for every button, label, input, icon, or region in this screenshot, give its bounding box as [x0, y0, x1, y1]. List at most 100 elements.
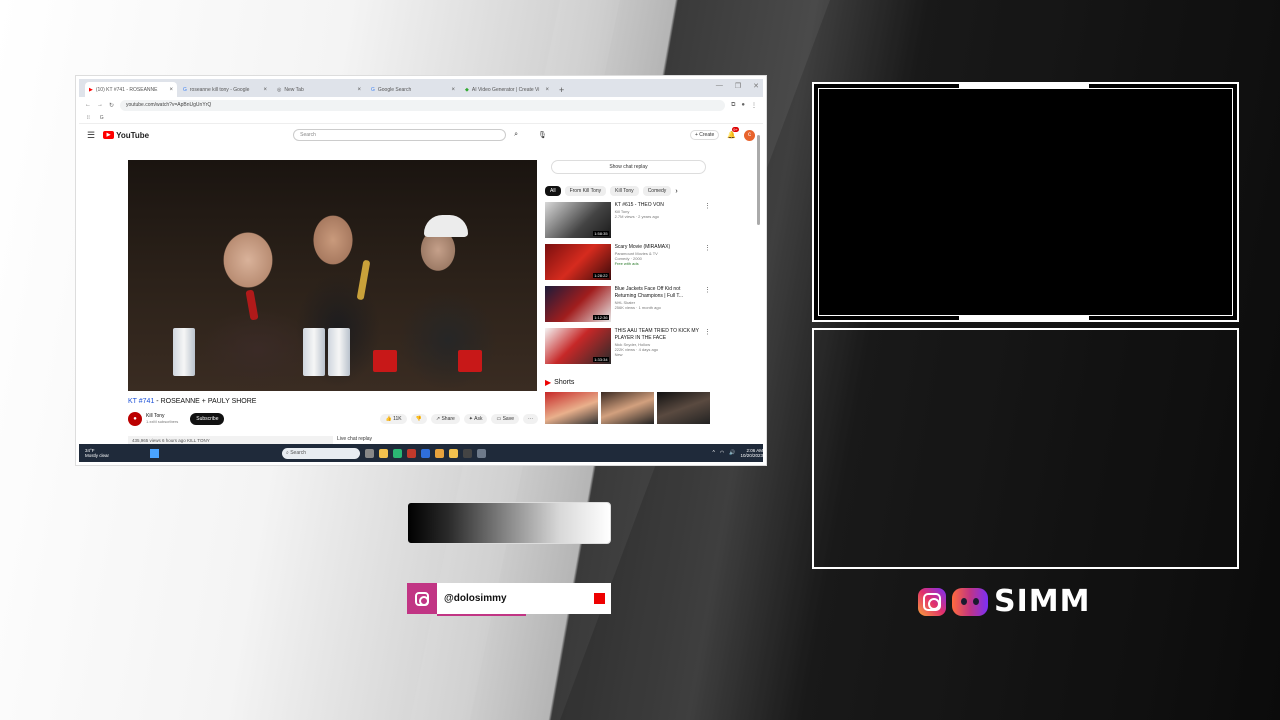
wifi-icon[interactable]: ◠ — [720, 450, 724, 456]
avatar[interactable]: c — [744, 129, 755, 141]
frame-notch-bottom — [959, 316, 1089, 320]
shorts-icon: ▶ — [545, 378, 552, 387]
minimize-icon[interactable]: — — [716, 82, 723, 90]
close-tab-icon[interactable]: × — [357, 87, 361, 93]
recommended-video[interactable]: 1:58:35 KT #615 - THEO VON Kill Tony 2.7M … — [545, 202, 711, 238]
bookmark-google[interactable]: G — [100, 115, 104, 121]
chrome-icon[interactable] — [435, 448, 444, 458]
video-meta: Blue Jackets Face Off Kid not Returning … — [615, 286, 700, 322]
close-tab-icon[interactable]: × — [169, 87, 173, 93]
chip-from-kill-tony[interactable]: From Kill Tony — [564, 186, 607, 196]
recommended-video[interactable]: 1:33:34 THIS AAU TEAM TRIED TO KICK MY P… — [545, 328, 711, 364]
video-stats: 256K views · 1 month ago — [614, 305, 661, 310]
youtube-favicon-icon: ▶ — [89, 86, 93, 93]
dislike-button[interactable]: 👎 — [410, 414, 427, 424]
search-input[interactable]: Search — [293, 129, 507, 141]
microphone-icon[interactable]: 🎙 — [538, 131, 547, 139]
page-scrollbar[interactable] — [757, 131, 761, 441]
chip-kill-tony[interactable]: Kill Tony — [610, 186, 639, 196]
close-window-icon[interactable]: ✕ — [753, 82, 759, 90]
live-chat-replay-label[interactable]: Live chat replay — [337, 436, 372, 442]
menu-icon[interactable]: ⋮ — [751, 102, 757, 109]
back-icon[interactable]: ← — [85, 102, 91, 108]
play-logo-icon: ▶ — [103, 131, 115, 139]
explorer-icon[interactable] — [379, 448, 388, 458]
share-icon: ↗ — [435, 416, 441, 422]
beer-can — [303, 328, 325, 376]
video-duration: 1:28:22 — [593, 273, 609, 278]
app-icon[interactable] — [421, 448, 430, 458]
video-thumbnail[interactable]: 1:12:36 — [545, 286, 611, 322]
video-player[interactable] — [128, 160, 537, 391]
chevron-up-icon[interactable]: ^ — [713, 450, 715, 456]
tab-new[interactable]: ◎ New Tab × — [273, 82, 365, 97]
hamburger-menu-icon[interactable]: ☰ — [87, 130, 95, 141]
obs-icon[interactable] — [463, 448, 472, 458]
show-chat-replay-button[interactable]: Show chat replay — [551, 160, 706, 174]
more-actions-button[interactable]: ··· — [523, 414, 538, 424]
tab-strip: ▶ (10) KT #741 - ROSEANNE × G roseanne ki… — [79, 79, 763, 97]
new-tab-button[interactable]: + — [559, 85, 564, 95]
apps-icon[interactable]: ⁞⁞ — [87, 115, 90, 121]
chip-comedy[interactable]: Comedy — [642, 186, 672, 196]
video-title: Blue Jackets Face Off Kid not Returning … — [614, 286, 684, 299]
search-icon[interactable]: ⌕ — [514, 131, 518, 139]
url-field[interactable]: youtube.com/watch?v=ApBnUgUnYrQ — [120, 99, 726, 111]
start-icon[interactable] — [150, 448, 159, 458]
tab-label: roseanne kill tony - Google — [189, 86, 250, 93]
app-icon[interactable] — [407, 448, 416, 458]
reload-icon[interactable]: ↻ — [109, 102, 114, 109]
share-button[interactable]: ↗ Share — [430, 414, 460, 424]
profile-icon[interactable]: ● — [741, 102, 745, 108]
taskbar-search-label: Search — [290, 450, 307, 456]
tab-ai-video[interactable]: ◆ AI Video Generator | Create Vi × — [461, 82, 553, 97]
title-text: - ROSEANNE + PAULY SHORE — [154, 398, 257, 405]
settings-gear-icon[interactable] — [477, 448, 486, 458]
channel-avatar[interactable]: ● — [128, 412, 142, 426]
ask-button[interactable]: ✦ Ask — [463, 414, 488, 424]
more-vert-icon[interactable]: ⋮ — [704, 286, 711, 322]
recommended-video[interactable]: 1:28:22 Scary Movie (MIRAMAX) Paramount M… — [545, 244, 711, 280]
more-vert-icon[interactable]: ⋮ — [704, 244, 711, 280]
chip-all[interactable]: All — [545, 186, 561, 196]
tab-google-search[interactable]: G Google Search × — [367, 82, 459, 97]
close-tab-icon[interactable]: × — [545, 87, 549, 93]
volume-icon[interactable]: 🔊 — [729, 450, 735, 456]
taskview-icon[interactable] — [365, 448, 374, 458]
youtube-logo[interactable]: ▶ YouTube — [103, 131, 149, 140]
tab-google-roseanne[interactable]: G roseanne kill tony - Google × — [179, 82, 271, 97]
title-hashtag[interactable]: KT #741 — [128, 398, 154, 405]
tab-youtube[interactable]: ▶ (10) KT #741 - ROSEANNE × — [85, 82, 177, 97]
weather-desc: Mostly clear — [85, 453, 110, 458]
video-thumbnail[interactable]: 1:28:22 — [545, 244, 611, 280]
maximize-icon[interactable]: ❐ — [735, 82, 741, 90]
more-vert-icon[interactable]: ⋮ — [704, 202, 711, 238]
short-thumbnail[interactable] — [657, 392, 710, 424]
like-button[interactable]: 👍 11K — [380, 414, 407, 424]
video-thumbnail[interactable]: 1:33:34 — [545, 328, 611, 364]
shorts-label: Shorts — [554, 379, 575, 386]
scrollbar-thumb[interactable] — [757, 135, 760, 225]
chevron-right-icon[interactable]: › — [675, 188, 677, 195]
recommended-video[interactable]: 1:12:36 Blue Jackets Face Off Kid not Re… — [545, 286, 711, 322]
clock[interactable]: 2:06 AM 10/20/2023 — [740, 448, 763, 458]
ai-favicon-icon: ◆ — [465, 86, 469, 93]
folder-icon[interactable] — [449, 448, 458, 458]
bookmarks-bar: ⁞⁞ G — [79, 113, 763, 124]
extensions-icon[interactable]: ⧉ — [731, 102, 735, 109]
subscribe-button[interactable]: Subscribe — [190, 413, 225, 425]
short-thumbnail[interactable] — [601, 392, 654, 424]
weather-widget[interactable]: 34°F Mostly clear — [85, 448, 145, 458]
create-button[interactable]: + Create — [689, 130, 720, 140]
taskbar-search[interactable]: ⌕ Search — [282, 447, 360, 459]
short-thumbnail[interactable] — [545, 392, 598, 424]
notifications-bell-icon[interactable]: 🔔 9+ — [727, 127, 739, 139]
close-tab-icon[interactable]: × — [263, 87, 267, 93]
channel-row: ● Kill Tony 1.xxM subscribers Subscribe … — [128, 412, 538, 426]
save-button[interactable]: ▭ Save — [491, 414, 519, 424]
forward-icon[interactable]: → — [97, 102, 103, 108]
close-tab-icon[interactable]: × — [451, 87, 455, 93]
more-vert-icon[interactable]: ⋮ — [704, 328, 711, 364]
edge-icon[interactable] — [393, 448, 402, 458]
video-thumbnail[interactable]: 1:58:35 — [545, 202, 611, 238]
